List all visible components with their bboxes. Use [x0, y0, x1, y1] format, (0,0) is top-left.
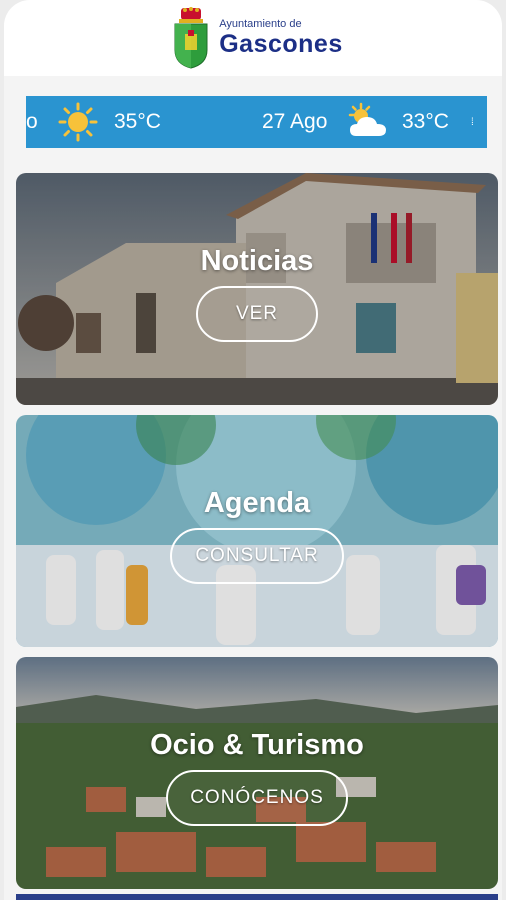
coat-of-arms-icon — [174, 7, 208, 69]
weather-ticker[interactable]: o 35°C 27 Ago 33°C ⁞ — [26, 96, 487, 148]
app-screen: Ayuntamiento de Gascones o 35°C 27 Ago 3… — [4, 0, 502, 900]
view-agenda-button[interactable]: CONSULTAR — [170, 528, 344, 584]
logo-subtitle: Ayuntamiento de — [219, 18, 302, 30]
card-title: Noticias — [200, 245, 314, 277]
weather-day-label: o — [26, 110, 38, 133]
news-card[interactable]: Noticias VER — [16, 173, 498, 405]
agenda-card[interactable]: Agenda CONSULTAR — [16, 415, 498, 647]
logo-title: Gascones — [219, 30, 343, 58]
town-logo[interactable]: Ayuntamiento de Gascones — [171, 6, 343, 70]
app-header: Ayuntamiento de Gascones — [4, 0, 502, 76]
card-title: Agenda — [203, 487, 311, 519]
discover-tourism-button[interactable]: CONÓCENOS — [166, 770, 348, 826]
more-icon: ⁞ — [471, 116, 474, 128]
view-news-button[interactable]: VER — [196, 286, 318, 342]
weather-temp: 33°C — [402, 110, 449, 133]
sun-icon — [58, 102, 98, 142]
cloud-sun-icon — [348, 102, 386, 136]
weather-date: 27 Ago — [262, 110, 328, 133]
next-card-edge — [16, 894, 498, 900]
weather-temp: 35°C — [114, 110, 161, 133]
tourism-card[interactable]: Ocio & Turismo CONÓCENOS — [16, 657, 498, 889]
card-title: Ocio & Turismo — [150, 729, 364, 761]
